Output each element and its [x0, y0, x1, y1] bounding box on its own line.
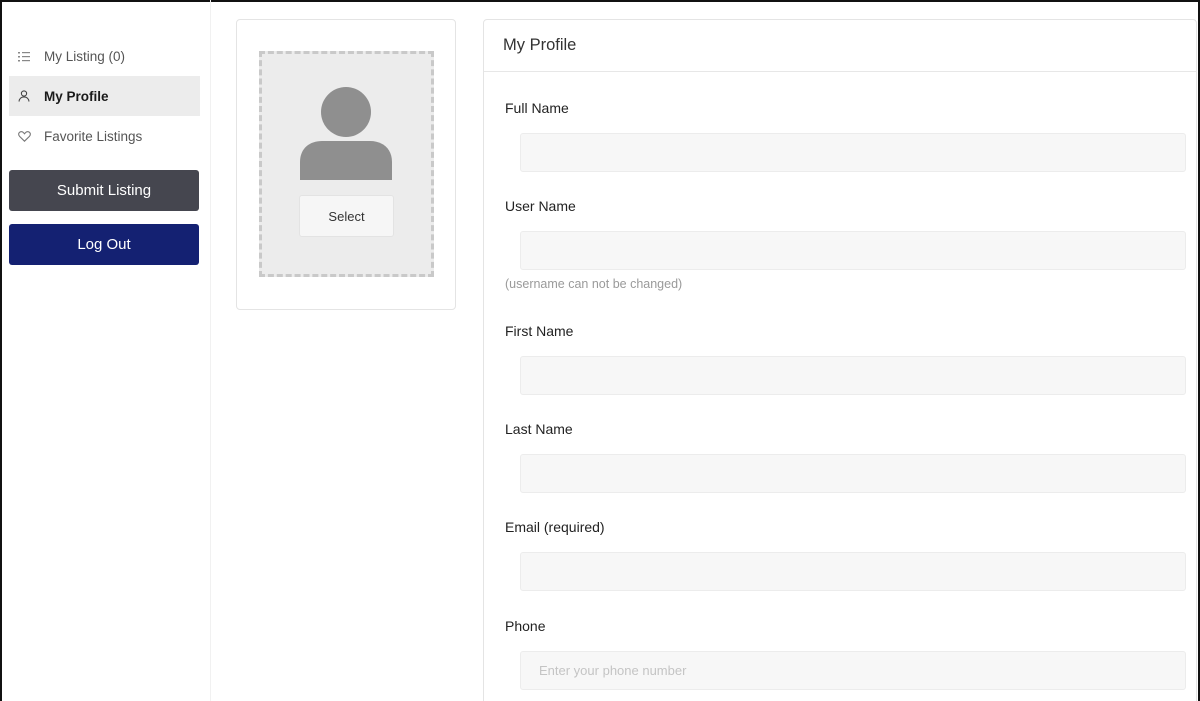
user-icon: [18, 90, 34, 102]
avatar-card: Select: [236, 19, 456, 310]
sidebar-item-my-listing[interactable]: My Listing (0): [9, 36, 200, 76]
email-label: Email (required): [505, 519, 605, 535]
avatar-placeholder-icon: [300, 87, 392, 180]
first-name-field[interactable]: [520, 356, 1186, 395]
account-sidebar: My Listing (0) My Profile Favorite Listi…: [9, 36, 200, 265]
sidebar-item-my-profile[interactable]: My Profile: [9, 76, 200, 116]
user-name-field[interactable]: [520, 231, 1186, 270]
user-name-hint: (username can not be changed): [505, 277, 683, 291]
submit-listing-button[interactable]: Submit Listing: [9, 170, 199, 211]
phone-field[interactable]: [520, 651, 1186, 690]
phone-label: Phone: [505, 618, 546, 634]
full-name-label: Full Name: [505, 100, 569, 116]
profile-card: My Profile Full Name User Name (username…: [483, 19, 1197, 701]
sidebar-item-label: Favorite Listings: [44, 128, 143, 144]
last-name-label: Last Name: [505, 421, 573, 437]
sidebar-divider: [210, 0, 211, 701]
sidebar-item-favorite-listings[interactable]: Favorite Listings: [9, 116, 200, 156]
page-title: My Profile: [484, 20, 1196, 72]
select-avatar-button[interactable]: Select: [299, 195, 394, 237]
heart-icon: [18, 130, 34, 142]
email-field[interactable]: [520, 552, 1186, 591]
sidebar-item-label: My Profile: [44, 88, 109, 104]
log-out-button[interactable]: Log Out: [9, 224, 199, 265]
avatar-dropzone[interactable]: Select: [259, 51, 434, 277]
list-icon: [18, 51, 34, 62]
user-name-label: User Name: [505, 198, 576, 214]
last-name-field[interactable]: [520, 454, 1186, 493]
first-name-label: First Name: [505, 323, 574, 339]
full-name-field[interactable]: [520, 133, 1186, 172]
sidebar-item-label: My Listing (0): [44, 48, 126, 64]
